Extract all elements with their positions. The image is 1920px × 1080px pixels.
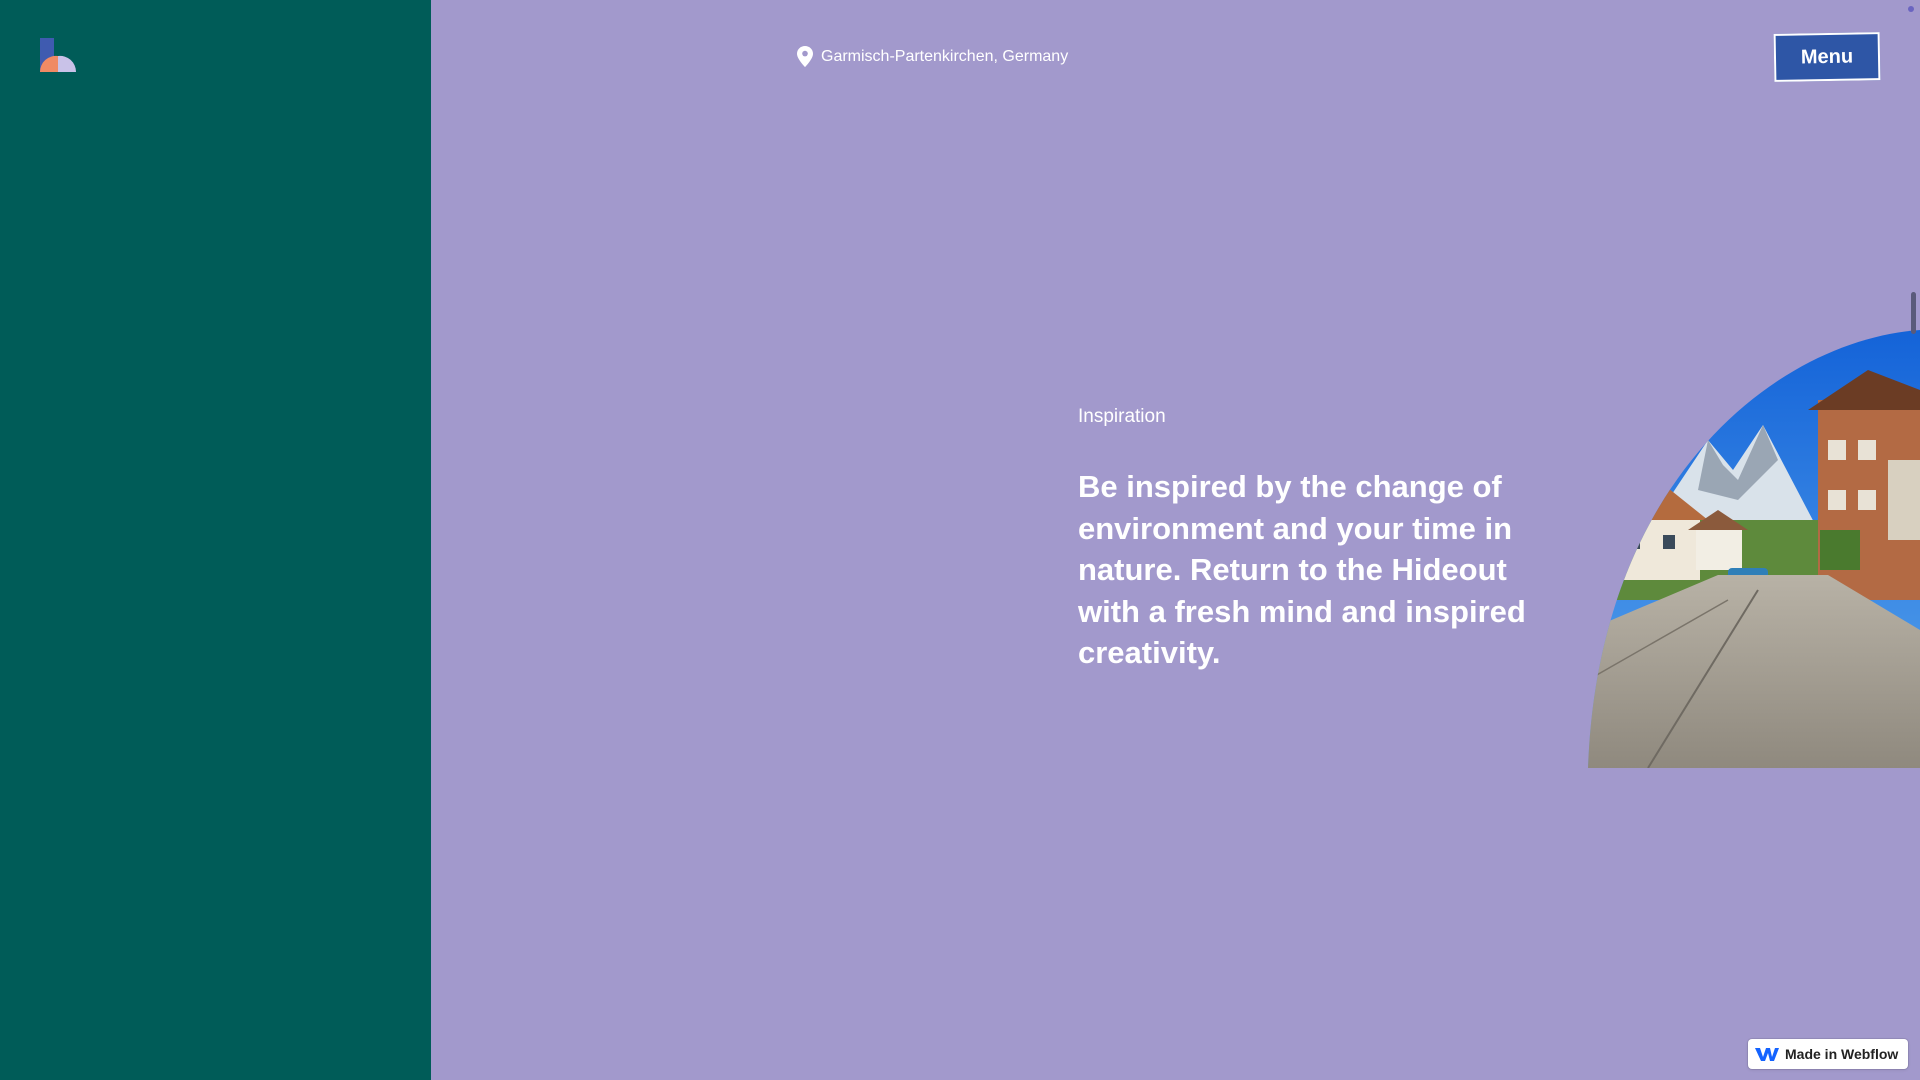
location-label: Garmisch-Partenkirchen, Germany [797,46,1068,67]
made-in-webflow-badge[interactable]: Made in Webflow [1748,1039,1908,1069]
location-text: Garmisch-Partenkirchen, Germany [821,47,1069,65]
hideout-logo[interactable] [39,38,77,74]
map-pin-icon [797,46,813,67]
corner-dot [1908,6,1914,12]
menu-button[interactable]: Menu [1773,32,1881,82]
section-eyebrow: Inspiration [1078,406,1166,427]
scroll-indicator[interactable] [1911,292,1916,334]
webflow-badge-label: Made in Webflow [1785,1046,1899,1062]
webflow-icon [1755,1048,1779,1061]
alpine-village-street-photo [1588,330,1920,768]
section-headline: Be inspired by the change of environment… [1078,469,1526,670]
side-panel [0,0,431,1080]
logo-icon [39,38,77,72]
